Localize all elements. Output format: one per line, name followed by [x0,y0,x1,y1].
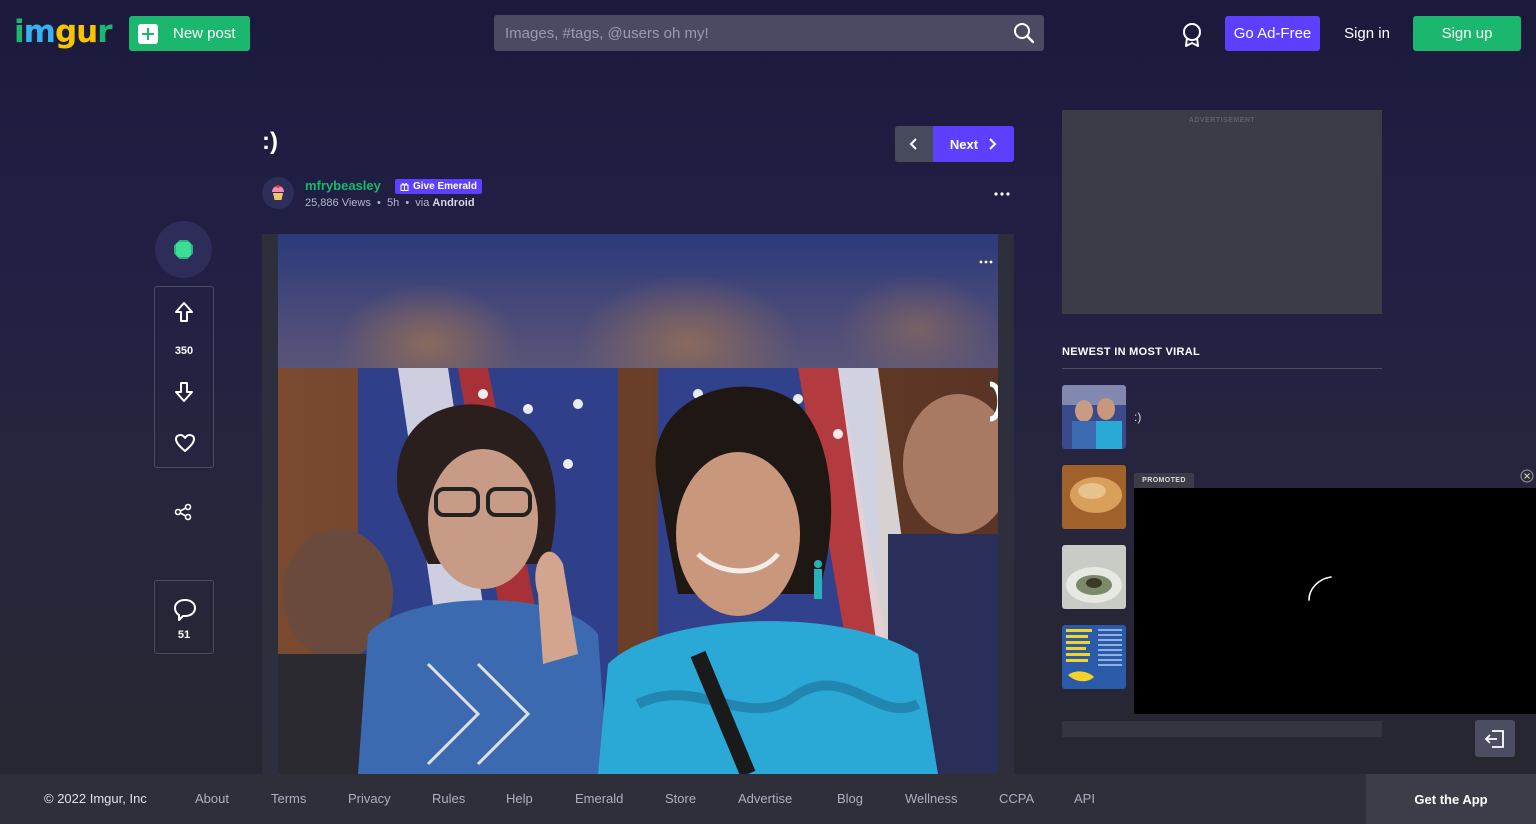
sign-in-link[interactable]: Sign in [1334,16,1400,51]
view-count: 25,886 Views [305,197,371,209]
promoted-video-player[interactable] [1134,488,1536,714]
emerald-award-button[interactable] [155,221,212,278]
imgur-logo[interactable]: imgur [14,12,113,52]
footer-link-emerald[interactable]: Emerald [575,791,623,806]
post-title: :) [262,128,278,155]
viral-thumbnail[interactable] [1062,545,1126,609]
sign-up-button[interactable]: Sign up [1413,16,1521,51]
post-media-container [262,234,1014,774]
exit-icon [1484,729,1504,748]
advertisement-slot[interactable]: ADVERTISEMENT [1062,110,1382,314]
footer-link-blog[interactable]: Blog [837,791,863,806]
post-image[interactable] [278,234,998,774]
search-input[interactable] [494,15,1044,51]
chevron-right-icon [989,138,997,150]
new-post-button[interactable]: New post [129,16,250,51]
share-icon[interactable] [174,503,192,521]
search-bar [494,15,1044,51]
post-meta: 25,886 Views • 5h • via Android [305,197,475,209]
newest-viral-heading: NEWEST IN MOST VIRAL [1062,346,1200,358]
new-post-label: New post [173,25,236,42]
footer-link-privacy[interactable]: Privacy [348,791,391,806]
footer-link-wellness[interactable]: Wellness [905,791,958,806]
footer-link-ccpa[interactable]: CCPA [999,791,1034,806]
section-divider [1062,368,1382,369]
footer: © 2022 Imgur, Inc About Terms Privacy Ru… [0,774,1536,824]
footer-link-api[interactable]: API [1074,791,1095,806]
give-emerald-label: Give Emerald [413,181,477,192]
comments-button[interactable]: 51 [154,580,214,654]
top-nav: imgur New post Go Ad-Free Sign in Sign u… [0,0,1536,66]
award-icon[interactable] [1181,22,1203,48]
exit-fullscreen-button[interactable] [1475,720,1515,757]
via-platform: Android [432,197,475,209]
viral-item-title[interactable]: :) [1134,410,1141,424]
chevron-left-icon [909,138,917,150]
viral-thumbnail[interactable] [1062,625,1126,689]
viral-thumbnail-image [1062,385,1126,449]
sidebar-footer-placeholder [1062,721,1382,737]
footer-link-advertise[interactable]: Advertise [738,791,792,806]
advertisement-label: ADVERTISEMENT [1188,117,1256,124]
viral-thumbnail-image [1062,465,1126,529]
downvote-icon[interactable] [174,381,194,403]
author-username[interactable]: mfrybeasley [305,178,381,193]
footer-link-help[interactable]: Help [506,791,533,806]
emerald-icon [174,240,193,259]
gift-icon [400,183,409,191]
footer-link-terms[interactable]: Terms [271,791,306,806]
post-photo [278,234,998,774]
close-icon[interactable] [1520,469,1534,483]
viral-thumbnail-image [1062,545,1126,609]
upvote-icon[interactable] [174,301,194,323]
go-ad-free-button[interactable]: Go Ad-Free [1225,16,1320,51]
upvote-count: 350 [174,345,194,357]
footer-link-store[interactable]: Store [665,791,696,806]
cupcake-icon [272,184,284,200]
copyright-text: © 2022 Imgur, Inc [44,791,147,806]
footer-link-rules[interactable]: Rules [432,791,465,806]
plus-icon [138,23,158,44]
vote-panel: 350 [154,286,214,468]
post-age: 5h [386,197,400,209]
favorite-heart-icon[interactable] [174,433,196,453]
comment-count: 51 [177,629,191,641]
search-icon[interactable] [1013,22,1035,44]
viral-thumbnail-image [1062,625,1126,689]
post-more-options-icon[interactable] [991,186,1013,202]
viral-thumbnail[interactable] [1062,465,1126,529]
previous-post-button[interactable] [895,126,933,162]
via-label: via [415,197,430,209]
comment-bubble-icon [174,599,196,621]
user-avatar[interactable] [262,177,294,209]
image-more-options-icon[interactable] [978,256,994,268]
viral-thumbnail[interactable] [1062,385,1126,449]
loading-spinner-icon [1308,576,1332,601]
give-emerald-button[interactable]: Give Emerald [395,179,482,194]
get-the-app-button[interactable]: Get the App [1366,774,1536,824]
next-post-button[interactable]: Next [933,126,1014,162]
next-label: Next [949,136,979,152]
promoted-label: PROMOTED [1134,473,1194,488]
footer-link-about[interactable]: About [195,791,229,806]
